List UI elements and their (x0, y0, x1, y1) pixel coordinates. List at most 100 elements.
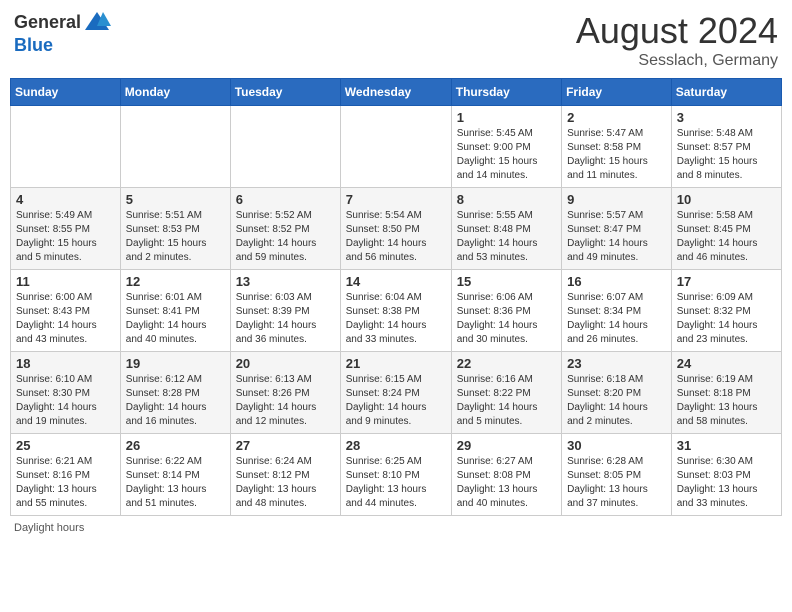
calendar-cell: 29 Sunrise: 6:27 AM Sunset: 8:08 PM Dayli… (451, 434, 561, 516)
day-number: 22 (457, 356, 556, 371)
day-info: Sunrise: 6:13 AM Sunset: 8:26 PM Dayligh… (236, 373, 335, 429)
day-info: Sunrise: 5:58 AM Sunset: 8:45 PM Dayligh… (677, 209, 776, 265)
weekday-header-tuesday: Tuesday (230, 79, 340, 106)
day-number: 11 (16, 274, 115, 289)
logo: General Blue (14, 10, 111, 56)
calendar-cell: 4 Sunrise: 5:49 AM Sunset: 8:55 PM Daylig… (11, 188, 121, 270)
day-number: 25 (16, 438, 115, 453)
day-number: 21 (346, 356, 446, 371)
weekday-header-saturday: Saturday (671, 79, 781, 106)
day-info: Sunrise: 5:45 AM Sunset: 9:00 PM Dayligh… (457, 127, 556, 183)
calendar-cell: 31 Sunrise: 6:30 AM Sunset: 8:03 PM Dayli… (671, 434, 781, 516)
month-year-title: August 2024 (576, 10, 778, 52)
day-info: Sunrise: 6:09 AM Sunset: 8:32 PM Dayligh… (677, 291, 776, 347)
week-row-4: 18Sunrise: 6:10 AM Sunset: 8:30 PM Dayli… (11, 352, 782, 434)
calendar-cell: 6Sunrise: 5:52 AM Sunset: 8:52 PM Daylig… (230, 188, 340, 270)
day-info: Sunrise: 6:07 AM Sunset: 8:34 PM Dayligh… (567, 291, 666, 347)
week-row-3: 11 Sunrise: 6:00 AM Sunset: 8:43 PM Dayli… (11, 270, 782, 352)
calendar-cell: 7Sunrise: 5:54 AM Sunset: 8:50 PM Daylig… (340, 188, 451, 270)
weekday-header-wednesday: Wednesday (340, 79, 451, 106)
calendar-cell (230, 106, 340, 188)
day-info: Sunrise: 6:16 AM Sunset: 8:22 PM Dayligh… (457, 373, 556, 429)
day-info: Sunrise: 6:24 AM Sunset: 8:12 PM Dayligh… (236, 455, 335, 511)
calendar-cell (11, 106, 121, 188)
day-number: 3 (677, 110, 776, 125)
day-info: Sunrise: 6:30 AM Sunset: 8:03 PM Dayligh… (677, 455, 776, 511)
calendar-table: SundayMondayTuesdayWednesdayThursdayFrid… (10, 78, 782, 516)
calendar-cell: 21 Sunrise: 6:15 AM Sunset: 8:24 PM Dayli… (340, 352, 451, 434)
calendar-cell: 12 Sunrise: 6:01 AM Sunset: 8:41 PM Dayli… (120, 270, 230, 352)
day-info: Sunrise: 6:25 AM Sunset: 8:10 PM Dayligh… (346, 455, 446, 511)
weekday-header-row: SundayMondayTuesdayWednesdayThursdayFrid… (11, 79, 782, 106)
title-block: August 2024 Sesslach, Germany (576, 10, 778, 70)
calendar-cell: 23 Sunrise: 6:18 AM Sunset: 8:20 PM Dayli… (562, 352, 672, 434)
logo-icon (83, 8, 111, 36)
day-number: 30 (567, 438, 666, 453)
day-number: 23 (567, 356, 666, 371)
day-info: Sunrise: 5:47 AM Sunset: 8:58 PM Dayligh… (567, 127, 666, 183)
calendar-cell: 28 Sunrise: 6:25 AM Sunset: 8:10 PM Dayli… (340, 434, 451, 516)
day-number: 24 (677, 356, 776, 371)
day-info: Sunrise: 5:52 AM Sunset: 8:52 PM Dayligh… (236, 209, 335, 265)
weekday-header-friday: Friday (562, 79, 672, 106)
day-info: Sunrise: 6:22 AM Sunset: 8:14 PM Dayligh… (126, 455, 225, 511)
day-number: 31 (677, 438, 776, 453)
day-number: 26 (126, 438, 225, 453)
calendar-cell: 17 Sunrise: 6:09 AM Sunset: 8:32 PM Dayli… (671, 270, 781, 352)
calendar-cell (120, 106, 230, 188)
location-subtitle: Sesslach, Germany (576, 52, 778, 70)
day-number: 8 (457, 192, 556, 207)
calendar-cell: 26 Sunrise: 6:22 AM Sunset: 8:14 PM Dayli… (120, 434, 230, 516)
calendar-cell (340, 106, 451, 188)
day-info: Sunrise: 5:49 AM Sunset: 8:55 PM Dayligh… (16, 209, 115, 265)
weekday-header-sunday: Sunday (11, 79, 121, 106)
day-number: 27 (236, 438, 335, 453)
day-number: 12 (126, 274, 225, 289)
day-number: 29 (457, 438, 556, 453)
day-info: Sunrise: 6:01 AM Sunset: 8:41 PM Dayligh… (126, 291, 225, 347)
day-info: Sunrise: 6:27 AM Sunset: 8:08 PM Dayligh… (457, 455, 556, 511)
calendar-cell: 30 Sunrise: 6:28 AM Sunset: 8:05 PM Dayli… (562, 434, 672, 516)
week-row-5: 25Sunrise: 6:21 AM Sunset: 8:16 PM Dayli… (11, 434, 782, 516)
calendar-cell: 16 Sunrise: 6:07 AM Sunset: 8:34 PM Dayli… (562, 270, 672, 352)
calendar-cell: 3 Sunrise: 5:48 AM Sunset: 8:57 PM Daylig… (671, 106, 781, 188)
calendar-cell: 19Sunrise: 6:12 AM Sunset: 8:28 PM Dayli… (120, 352, 230, 434)
day-info: Sunrise: 5:55 AM Sunset: 8:48 PM Dayligh… (457, 209, 556, 265)
calendar-cell: 1Sunrise: 5:45 AM Sunset: 9:00 PM Daylig… (451, 106, 561, 188)
calendar-cell: 2 Sunrise: 5:47 AM Sunset: 8:58 PM Daylig… (562, 106, 672, 188)
week-row-2: 4 Sunrise: 5:49 AM Sunset: 8:55 PM Daylig… (11, 188, 782, 270)
weekday-header-thursday: Thursday (451, 79, 561, 106)
day-number: 13 (236, 274, 335, 289)
day-info: Sunrise: 6:19 AM Sunset: 8:18 PM Dayligh… (677, 373, 776, 429)
day-info: Sunrise: 5:48 AM Sunset: 8:57 PM Dayligh… (677, 127, 776, 183)
calendar-cell: 18Sunrise: 6:10 AM Sunset: 8:30 PM Dayli… (11, 352, 121, 434)
day-info: Sunrise: 6:00 AM Sunset: 8:43 PM Dayligh… (16, 291, 115, 347)
calendar-cell: 9 Sunrise: 5:57 AM Sunset: 8:47 PM Daylig… (562, 188, 672, 270)
day-info: Sunrise: 6:06 AM Sunset: 8:36 PM Dayligh… (457, 291, 556, 347)
day-info: Sunrise: 6:04 AM Sunset: 8:38 PM Dayligh… (346, 291, 446, 347)
day-number: 16 (567, 274, 666, 289)
day-number: 2 (567, 110, 666, 125)
calendar-cell: 14Sunrise: 6:04 AM Sunset: 8:38 PM Dayli… (340, 270, 451, 352)
calendar-cell: 5Sunrise: 5:51 AM Sunset: 8:53 PM Daylig… (120, 188, 230, 270)
day-number: 9 (567, 192, 666, 207)
day-number: 10 (677, 192, 776, 207)
day-number: 4 (16, 192, 115, 207)
calendar-cell: 8 Sunrise: 5:55 AM Sunset: 8:48 PM Daylig… (451, 188, 561, 270)
day-number: 20 (236, 356, 335, 371)
day-info: Sunrise: 6:28 AM Sunset: 8:05 PM Dayligh… (567, 455, 666, 511)
day-info: Sunrise: 5:51 AM Sunset: 8:53 PM Dayligh… (126, 209, 225, 265)
week-row-1: 1Sunrise: 5:45 AM Sunset: 9:00 PM Daylig… (11, 106, 782, 188)
day-number: 15 (457, 274, 556, 289)
calendar-cell: 22 Sunrise: 6:16 AM Sunset: 8:22 PM Dayli… (451, 352, 561, 434)
day-number: 28 (346, 438, 446, 453)
logo-blue-text: Blue (14, 36, 111, 56)
day-info: Sunrise: 6:15 AM Sunset: 8:24 PM Dayligh… (346, 373, 446, 429)
day-info: Sunrise: 5:57 AM Sunset: 8:47 PM Dayligh… (567, 209, 666, 265)
calendar-cell: 13Sunrise: 6:03 AM Sunset: 8:39 PM Dayli… (230, 270, 340, 352)
day-number: 17 (677, 274, 776, 289)
calendar-cell: 20 Sunrise: 6:13 AM Sunset: 8:26 PM Dayli… (230, 352, 340, 434)
weekday-header-monday: Monday (120, 79, 230, 106)
day-info: Sunrise: 6:18 AM Sunset: 8:20 PM Dayligh… (567, 373, 666, 429)
logo-general-text: General (14, 13, 81, 33)
